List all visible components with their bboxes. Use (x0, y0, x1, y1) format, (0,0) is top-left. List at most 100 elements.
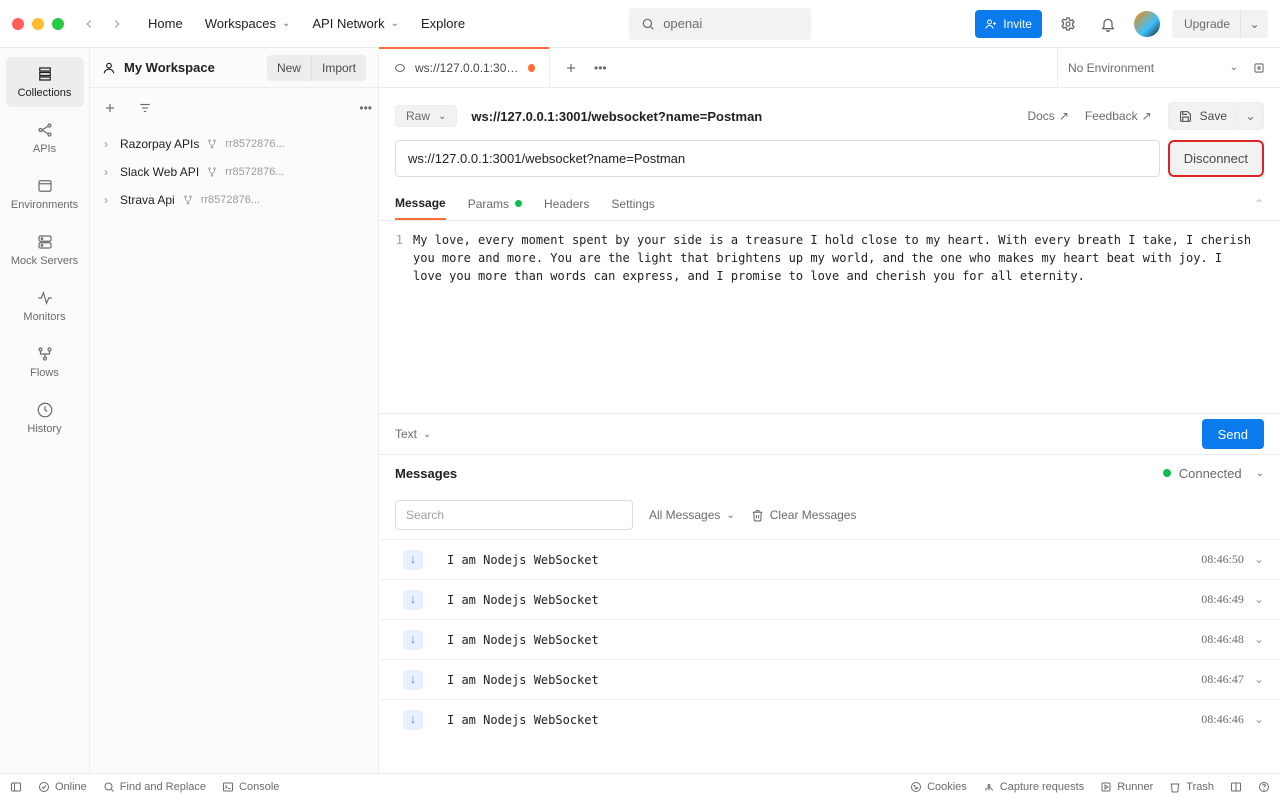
tree-slack[interactable]: › Slack Web API rr8572876... (96, 158, 372, 186)
subtab-message[interactable]: Message (395, 187, 446, 220)
notifications-button[interactable] (1094, 10, 1122, 38)
new-tab-button[interactable] (564, 61, 578, 75)
capture-requests[interactable]: Capture requests (983, 781, 1084, 793)
tab-actions: ••• (550, 48, 621, 87)
cookie-icon (910, 781, 922, 793)
save-options[interactable]: ⌄ (1238, 102, 1264, 130)
message-row[interactable]: ↓ I am Nodejs WebSocket 08:46:46 ⌄ (379, 699, 1280, 739)
bell-icon (1100, 16, 1116, 32)
rail-mock-servers[interactable]: Mock Servers (6, 225, 84, 275)
minimize-window[interactable] (32, 18, 44, 30)
feedback-link[interactable]: Feedback↗ (1085, 109, 1152, 123)
message-row[interactable]: ↓ I am Nodejs WebSocket 08:46:48 ⌄ (379, 619, 1280, 659)
trash-icon (1169, 781, 1181, 793)
arrow-down-icon: ↓ (403, 590, 423, 610)
add-collection-button[interactable] (96, 101, 124, 115)
connection-row: ws://127.0.0.1:3001/websocket?name=Postm… (379, 140, 1280, 187)
menu-workspaces[interactable]: Workspaces⌄ (205, 16, 291, 31)
chevron-down-icon[interactable]: ⌄ (1254, 712, 1264, 727)
chevron-down-icon[interactable]: ⌄ (1240, 10, 1268, 38)
raw-protocol-select[interactable]: Raw⌄ (395, 105, 457, 127)
menu-explore[interactable]: Explore (421, 16, 465, 31)
docs-link[interactable]: Docs↗ (1027, 109, 1068, 123)
rail-flows[interactable]: Flows (6, 337, 84, 387)
subtab-headers[interactable]: Headers (544, 187, 589, 220)
filter-icon (138, 101, 152, 115)
message-editor[interactable]: 1 My love, every moment spent by your si… (379, 221, 1280, 413)
nav-back-icon[interactable] (82, 17, 96, 31)
help-link[interactable] (1258, 781, 1270, 793)
rail-monitors[interactable]: Monitors (6, 281, 84, 331)
two-pane-toggle[interactable] (1230, 781, 1242, 793)
message-row[interactable]: ↓ I am Nodejs WebSocket 08:46:50 ⌄ (379, 539, 1280, 579)
filter-collections[interactable] (132, 101, 338, 115)
avatar[interactable] (1134, 11, 1160, 37)
window-traffic-lights (12, 18, 64, 30)
rail-history[interactable]: History (6, 393, 84, 443)
tab-more-button[interactable]: ••• (594, 61, 607, 75)
search-icon (641, 17, 655, 31)
clear-messages[interactable]: Clear Messages (751, 508, 857, 522)
messages-tools: Search All Messages⌄ Clear Messages (379, 491, 1280, 539)
console-toggle[interactable]: Console (222, 781, 279, 793)
sidebar-toggle[interactable] (10, 781, 22, 793)
titlebar-right: Invite Upgrade ⌄ (975, 10, 1268, 38)
tree-razorpay[interactable]: › Razorpay APIs rr8572876... (96, 130, 372, 158)
tab-websocket[interactable]: ws://127.0.0.1:3001/wel (379, 48, 550, 87)
chevron-down-icon[interactable]: ⌄ (1256, 468, 1264, 479)
menu-home[interactable]: Home (148, 16, 183, 31)
disconnect-button[interactable]: Disconnect (1168, 140, 1264, 177)
chevron-down-icon[interactable]: ⌄ (1254, 672, 1264, 687)
sidebar-more[interactable]: ••• (359, 101, 372, 115)
chevron-down-icon[interactable]: ⌄ (1254, 632, 1264, 647)
panel-icon (10, 781, 22, 793)
format-select[interactable]: Text⌄ (395, 427, 431, 441)
chevron-right-icon: › (100, 137, 112, 151)
messages-list: ↓ I am Nodejs WebSocket 08:46:50 ⌄ ↓ I a… (379, 539, 1280, 739)
invite-button[interactable]: Invite (975, 10, 1042, 38)
new-button[interactable]: New (267, 55, 312, 81)
environment-select[interactable]: No Environment⌄ (1068, 61, 1238, 75)
messages-header: Messages Connected ⌄ (379, 455, 1280, 491)
chevron-down-icon[interactable]: ⌄ (1254, 552, 1264, 567)
import-button[interactable]: Import (312, 55, 366, 81)
rail-environments[interactable]: Environments (6, 169, 84, 219)
environment-quicklook[interactable] (1248, 61, 1270, 75)
workspace-selector[interactable]: My Workspace (102, 60, 257, 75)
editor-toolbar: Text⌄ Send (379, 413, 1280, 455)
top-menu: Home Workspaces⌄ API Network⌄ Explore (148, 16, 465, 31)
upgrade-button[interactable]: Upgrade ⌄ (1172, 10, 1268, 38)
flows-icon (36, 345, 54, 363)
messages-filter[interactable]: All Messages⌄ (649, 508, 735, 522)
message-row[interactable]: ↓ I am Nodejs WebSocket 08:46:49 ⌄ (379, 579, 1280, 619)
nav-forward-icon[interactable] (110, 17, 124, 31)
tree-strava[interactable]: › Strava Api rr8572876... (96, 186, 372, 214)
rail-apis[interactable]: APIs (6, 113, 84, 163)
close-window[interactable] (12, 18, 24, 30)
subtab-params[interactable]: Params (468, 187, 522, 220)
settings-button[interactable] (1054, 10, 1082, 38)
collapse-editor[interactable]: ⌃ (1254, 197, 1264, 211)
request-subtabs: Message Params Headers Settings ⌃ (379, 187, 1280, 221)
send-button[interactable]: Send (1202, 419, 1264, 449)
menu-api-network[interactable]: API Network⌄ (312, 16, 399, 31)
request-title: ws://127.0.0.1:3001/websocket?name=Postm… (471, 109, 762, 124)
status-bar: Online Find and Replace Console Cookies … (0, 773, 1280, 800)
global-search[interactable]: openai (629, 8, 811, 40)
runner-link[interactable]: Runner (1100, 781, 1153, 793)
zoom-window[interactable] (52, 18, 64, 30)
message-body[interactable]: My love, every moment spent by your side… (413, 231, 1266, 403)
cookies-link[interactable]: Cookies (910, 781, 967, 793)
find-replace[interactable]: Find and Replace (103, 781, 206, 793)
messages-search[interactable]: Search (395, 500, 633, 530)
apis-icon (36, 121, 54, 139)
trash-link[interactable]: Trash (1169, 781, 1214, 793)
subtab-settings[interactable]: Settings (611, 187, 654, 220)
save-button[interactable]: Save (1168, 102, 1238, 130)
online-status[interactable]: Online (38, 781, 87, 793)
rail-collections[interactable]: Collections (6, 57, 84, 107)
unsaved-dot-icon (528, 64, 535, 72)
chevron-down-icon[interactable]: ⌄ (1254, 592, 1264, 607)
url-input[interactable]: ws://127.0.0.1:3001/websocket?name=Postm… (395, 140, 1160, 177)
message-row[interactable]: ↓ I am Nodejs WebSocket 08:46:47 ⌄ (379, 659, 1280, 699)
